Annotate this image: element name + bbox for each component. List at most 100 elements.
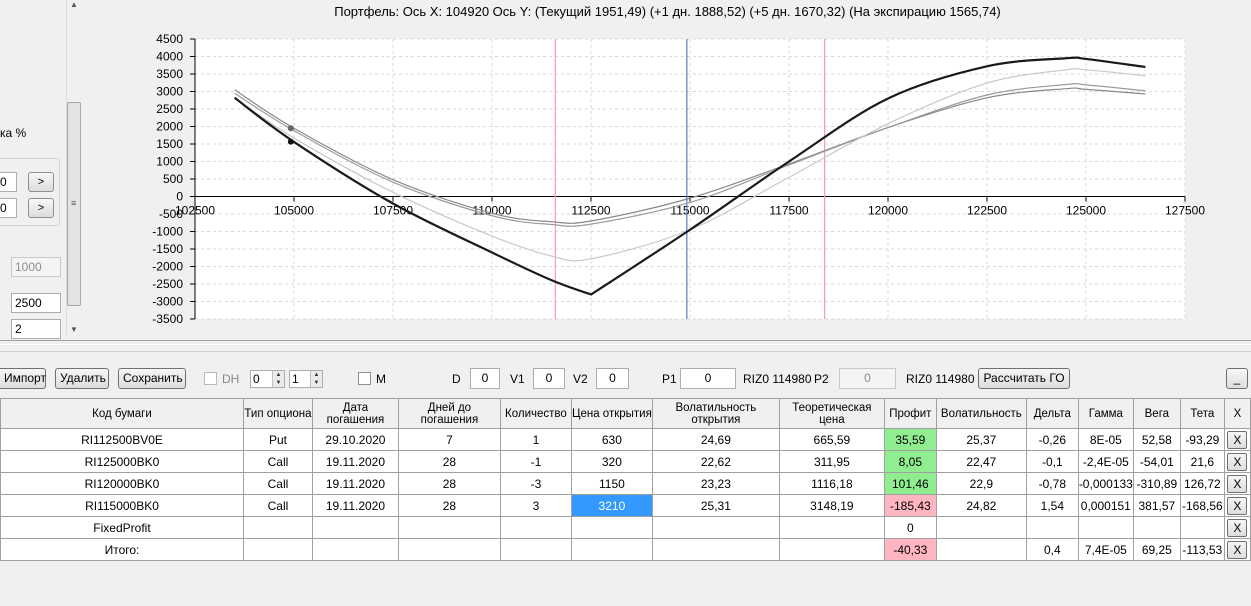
table-cell[interactable]: 22,9: [935, 472, 1027, 495]
column-header[interactable]: X: [1223, 398, 1251, 429]
table-cell[interactable]: -113,53: [1179, 538, 1225, 561]
table-cell[interactable]: 7,4E-05: [1077, 538, 1134, 561]
table-cell[interactable]: 22,62: [651, 450, 780, 473]
table-cell[interactable]: Call: [242, 450, 313, 473]
table-cell[interactable]: 8,05: [883, 450, 937, 473]
table-cell[interactable]: [311, 538, 399, 561]
spin-up-icon[interactable]: ▲: [272, 371, 284, 379]
table-cell[interactable]: [651, 538, 780, 561]
table-cell[interactable]: 19.11.2020: [311, 450, 399, 473]
table-cell[interactable]: FixedProfit: [0, 516, 244, 539]
table-cell[interactable]: 1: [499, 428, 572, 451]
column-header[interactable]: Дней до погашения: [397, 398, 501, 429]
delete-row-cell[interactable]: X: [1223, 472, 1251, 495]
table-cell[interactable]: 1,54: [1025, 494, 1079, 517]
table-row[interactable]: RI125000BK0 Call 19.11.2020 28 -1 320 22,62 311…: [0, 450, 1251, 473]
table-cell[interactable]: 25,31: [651, 494, 780, 517]
table-cell[interactable]: -40,33: [883, 538, 937, 561]
column-header[interactable]: Дата погашения: [311, 398, 399, 429]
delete-row-cell[interactable]: X: [1223, 450, 1251, 473]
table-cell[interactable]: 311,95: [778, 450, 885, 473]
table-cell[interactable]: 35,59: [883, 428, 937, 451]
table-cell[interactable]: [242, 516, 313, 539]
splitter[interactable]: [0, 340, 1251, 352]
column-header[interactable]: Тета: [1179, 398, 1225, 429]
spin-up-icon[interactable]: ▲: [310, 371, 322, 379]
table-cell[interactable]: Итого:: [0, 538, 244, 561]
column-header[interactable]: Код бумаги: [0, 398, 244, 429]
table-cell[interactable]: 24,82: [935, 494, 1027, 517]
column-header[interactable]: Количество: [499, 398, 572, 429]
import-button[interactable]: Импорт: [0, 368, 46, 389]
table-cell[interactable]: RI120000BK0: [0, 472, 244, 495]
column-header[interactable]: Дельта: [1025, 398, 1079, 429]
spin-input-1[interactable]: 0 ▲ ▼: [250, 370, 285, 388]
table-cell[interactable]: 28: [397, 450, 501, 473]
table-cell[interactable]: -2,4E-05: [1077, 450, 1134, 473]
table-row[interactable]: RI112500BV0E Put 29.10.2020 7 1 630 24,69 665,5…: [0, 428, 1251, 451]
table-cell[interactable]: -0,000133: [1077, 472, 1134, 495]
column-header[interactable]: Цена открытия: [570, 398, 653, 429]
table-cell[interactable]: [570, 516, 653, 539]
m-checkbox[interactable]: [358, 372, 371, 385]
table-cell[interactable]: 0,000151: [1077, 494, 1134, 517]
table-cell[interactable]: Call: [242, 494, 313, 517]
delete-row-button[interactable]: X: [1227, 496, 1248, 515]
table-cell[interactable]: [778, 516, 885, 539]
table-cell[interactable]: 23,23: [651, 472, 780, 495]
table-cell[interactable]: 28: [397, 472, 501, 495]
table-cell[interactable]: RI125000BK0: [0, 450, 244, 473]
delete-row-button[interactable]: X: [1227, 430, 1248, 449]
table-cell[interactable]: [935, 516, 1027, 539]
table-cell[interactable]: RI112500BV0E: [0, 428, 244, 451]
table-cell[interactable]: [1132, 516, 1181, 539]
table-cell[interactable]: 52,58: [1132, 428, 1181, 451]
table-cell[interactable]: [499, 516, 572, 539]
table-cell[interactable]: [935, 538, 1027, 561]
table-cell[interactable]: 21,6: [1179, 450, 1225, 473]
table-cell[interactable]: [778, 538, 885, 561]
table-row[interactable]: RI115000BK0 Call 19.11.2020 28 3 3210 25,31 314…: [0, 494, 1251, 517]
table-cell[interactable]: Call: [242, 472, 313, 495]
spin-input-2[interactable]: 1 ▲ ▼: [289, 370, 323, 388]
table-cell[interactable]: 630: [570, 428, 653, 451]
table-cell[interactable]: 69,25: [1132, 538, 1181, 561]
table-cell[interactable]: 101,46: [883, 472, 937, 495]
table-cell[interactable]: [1179, 516, 1225, 539]
table-cell[interactable]: [651, 516, 780, 539]
table-cell[interactable]: [397, 538, 501, 561]
table-cell[interactable]: 126,72: [1179, 472, 1225, 495]
table-cell[interactable]: 0,4: [1025, 538, 1079, 561]
table-cell[interactable]: 8E-05: [1077, 428, 1134, 451]
table-cell[interactable]: 3148,19: [778, 494, 885, 517]
column-header[interactable]: Профит: [883, 398, 937, 429]
column-header[interactable]: Волатильность открытия: [651, 398, 780, 429]
table-cell[interactable]: -168,56: [1179, 494, 1225, 517]
table-cell[interactable]: [570, 538, 653, 561]
table-cell[interactable]: [242, 538, 313, 561]
calculate-margin-button[interactable]: Рассчитать ГО: [978, 368, 1070, 389]
table-cell[interactable]: 19.11.2020: [311, 472, 399, 495]
spin-down-icon[interactable]: ▼: [272, 379, 284, 387]
table-row[interactable]: RI120000BK0 Call 19.11.2020 28 -3 1150 23,23 11…: [0, 472, 1251, 495]
table-cell[interactable]: -0,1: [1025, 450, 1079, 473]
v1-input[interactable]: 0: [533, 368, 565, 389]
delete-row-cell[interactable]: X: [1223, 428, 1251, 451]
table-cell[interactable]: -0,78: [1025, 472, 1079, 495]
table-cell[interactable]: 3: [499, 494, 572, 517]
table-cell[interactable]: -0,26: [1025, 428, 1079, 451]
table-cell[interactable]: 320: [570, 450, 653, 473]
delete-button[interactable]: Удалить: [55, 368, 109, 389]
table-cell[interactable]: [499, 538, 572, 561]
delete-row-button[interactable]: X: [1227, 452, 1248, 471]
table-cell[interactable]: -310,89: [1132, 472, 1181, 495]
column-header[interactable]: Волатильность: [935, 398, 1027, 429]
save-button[interactable]: Сохранить: [118, 368, 186, 389]
table-cell[interactable]: -93,29: [1179, 428, 1225, 451]
column-header[interactable]: Вега: [1132, 398, 1181, 429]
table-row[interactable]: FixedProfit 0 X: [0, 516, 1251, 539]
table-cell[interactable]: -185,43: [883, 494, 937, 517]
column-header[interactable]: Тип опциона: [242, 398, 313, 429]
d-input[interactable]: 0: [470, 368, 500, 389]
table-cell[interactable]: [1077, 516, 1134, 539]
